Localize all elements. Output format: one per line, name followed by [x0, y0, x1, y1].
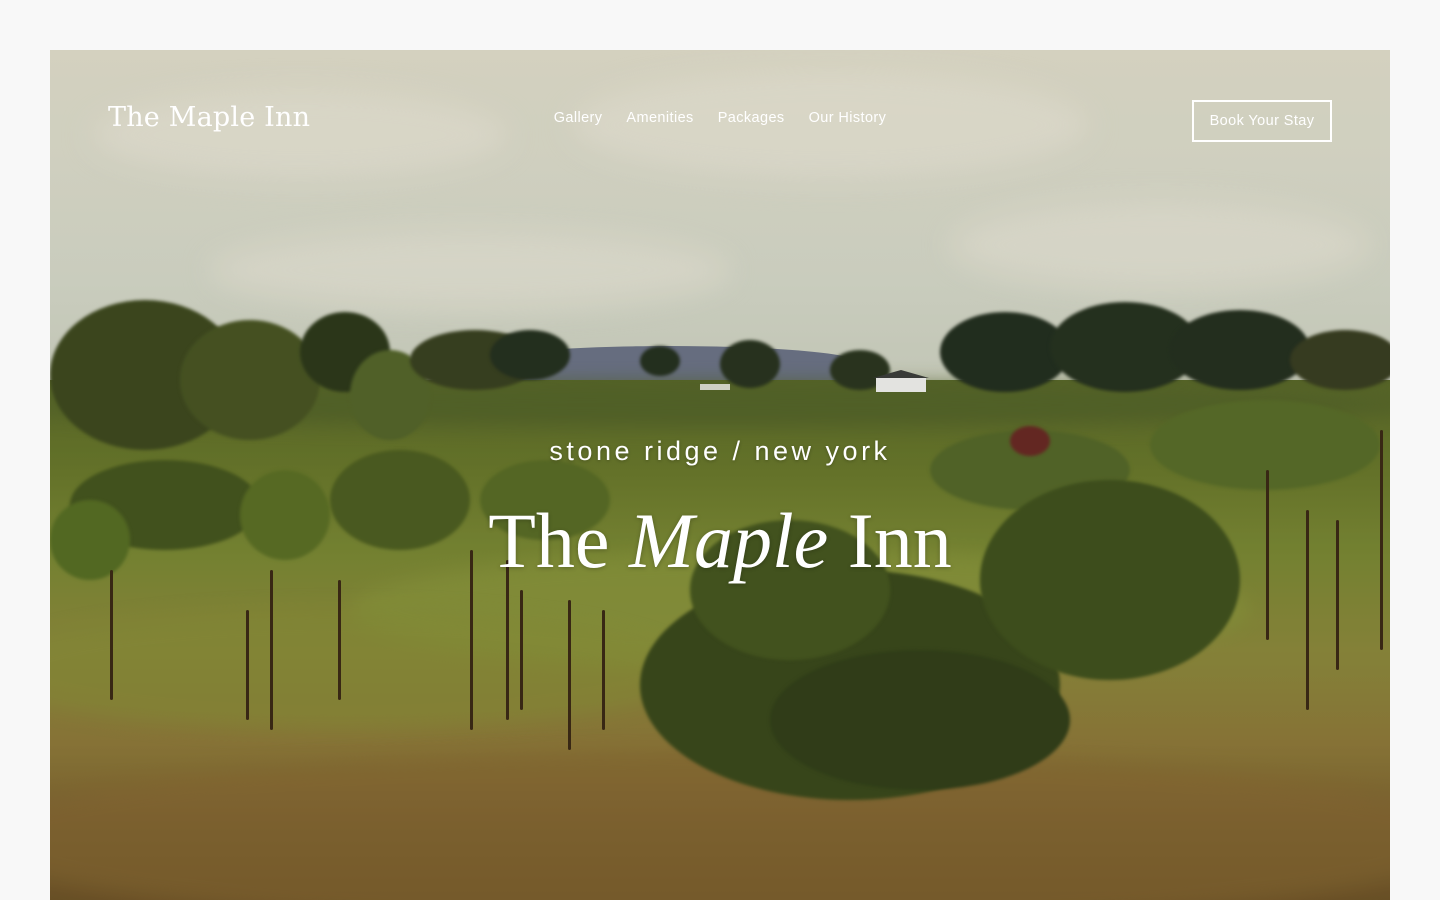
main-nav: Gallery Amenities Packages Our History — [50, 110, 1390, 126]
hero-title: The Maple Inn — [50, 496, 1390, 586]
hero-title-part3: Inn — [847, 497, 952, 584]
hero-title-part2: Maple — [629, 497, 829, 584]
hero-location: stone ridge / new york — [549, 436, 891, 466]
nav-link-amenities[interactable]: Amenities — [626, 110, 693, 126]
image-overlay — [50, 50, 1390, 900]
nav-link-our-history[interactable]: Our History — [809, 110, 887, 126]
book-your-stay-button[interactable]: Book Your Stay — [1192, 100, 1332, 142]
hero-section: The Maple Inn Gallery Amenities Packages… — [50, 50, 1390, 900]
nav-link-gallery[interactable]: Gallery — [554, 110, 603, 126]
hero-title-part1: The — [488, 497, 610, 584]
nav-link-packages[interactable]: Packages — [718, 110, 785, 126]
